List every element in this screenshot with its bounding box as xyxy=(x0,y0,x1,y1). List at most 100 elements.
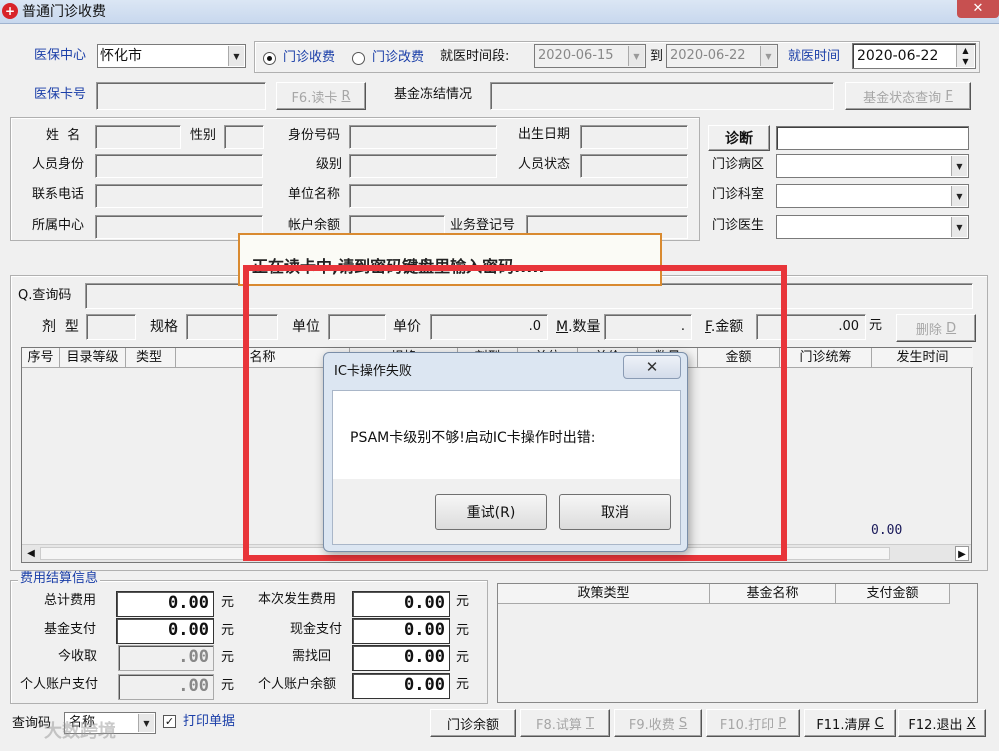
level-field xyxy=(349,154,497,178)
scroll-left-icon[interactable]: ◀ xyxy=(24,546,38,561)
id-label: 身份号码 xyxy=(288,128,341,143)
id-field xyxy=(349,125,497,149)
clear-button[interactable]: F11.清屏 C xyxy=(804,709,896,737)
date-to: 2020-06-22 xyxy=(670,48,746,63)
spec-label: 规格 xyxy=(150,319,178,335)
print-label[interactable]: 打印单据 xyxy=(183,714,235,730)
total-fee-label: 总计费用 xyxy=(44,593,97,608)
receivable-value: .00 xyxy=(118,645,214,671)
spin-icon[interactable]: ▲ ▼ xyxy=(956,45,974,67)
chevron-down-icon: ▼ xyxy=(138,714,154,732)
error-dialog: IC卡操作失败 ✕ PSAM卡级别不够!启动IC卡操作时出错: 重试(R) 取消 xyxy=(323,352,688,552)
yuan: 元 xyxy=(221,595,235,610)
level-label: 级别 xyxy=(316,157,343,172)
yuan: 元 xyxy=(221,623,235,638)
charge-button[interactable]: F9.收费 S xyxy=(614,709,702,737)
yuan: 元 xyxy=(456,623,470,638)
status-field xyxy=(580,154,688,178)
policy-table[interactable]: 政策类型 基金名称 支付金额 xyxy=(497,583,978,703)
print-checkbox[interactable]: ✓ xyxy=(163,715,176,728)
phone-field xyxy=(95,184,263,208)
yuan: 元 xyxy=(221,650,235,665)
gender-label: 性别 xyxy=(190,128,217,143)
unit-label: 单位名称 xyxy=(288,187,341,202)
col-header[interactable]: 目录等级 xyxy=(60,348,126,368)
col-header[interactable]: 序号 xyxy=(22,348,60,368)
yuan: 元 xyxy=(456,650,470,665)
fund-status-button[interactable]: 基金状态查询 F xyxy=(845,82,971,110)
radio-fee[interactable] xyxy=(263,52,276,65)
total-fee-value: 0.00 xyxy=(116,591,214,617)
dialog-close-button[interactable]: ✕ xyxy=(623,355,681,379)
yuan: 元 xyxy=(456,677,470,692)
dialog-body: PSAM卡级别不够!启动IC卡操作时出错: 重试(R) 取消 xyxy=(332,390,681,545)
date-from: 2020-06-15 xyxy=(538,48,614,63)
print-button[interactable]: F10.打印 P xyxy=(706,709,800,737)
identity-field xyxy=(95,154,263,178)
radio-change-label[interactable]: 门诊改费 xyxy=(372,50,424,66)
scroll-right-icon[interactable]: ▶ xyxy=(955,546,969,561)
read-card-button[interactable]: F6.读卡 R xyxy=(276,82,366,110)
visit-time-input[interactable]: 2020-06-22 ▲ ▼ xyxy=(852,43,976,69)
receivable-label: 今收取 xyxy=(58,649,98,664)
change-value: 0.00 xyxy=(352,645,450,671)
acct-pay-label: 个人账户支付 xyxy=(20,677,99,692)
center-select[interactable]: 怀化市 ▼ xyxy=(97,44,246,68)
doctor-label: 门诊医生 xyxy=(712,218,765,233)
current-fee-value: 0.00 xyxy=(352,591,450,617)
col-header[interactable]: 门诊统筹 xyxy=(780,348,872,368)
dialog-message: PSAM卡级别不够!启动IC卡操作时出错: xyxy=(350,430,596,446)
doctor-select[interactable]: ▼ xyxy=(776,215,969,239)
date-to-select[interactable]: 2020-06-22 ▼ xyxy=(666,44,778,68)
dialog-title: IC卡操作失败 xyxy=(334,364,412,379)
dept-label: 门诊科室 xyxy=(712,187,765,202)
col-header[interactable]: 发生时间 xyxy=(872,348,973,368)
diagnosis-button[interactable]: 诊断 xyxy=(708,125,770,151)
dept-select[interactable]: ▼ xyxy=(776,184,969,208)
title-bar: + 普通门诊收费 ✕ xyxy=(0,0,999,24)
identity-label: 人员身份 xyxy=(32,157,85,172)
query-label: Q.查询码 xyxy=(18,288,72,303)
close-window-icon[interactable]: ✕ xyxy=(957,0,999,18)
chevron-down-icon: ▼ xyxy=(951,186,967,206)
clinic-balance-button[interactable]: 门诊余额 xyxy=(430,709,516,737)
settlement-title: 费用结算信息 xyxy=(18,571,101,587)
policy-col-header[interactable]: 政策类型 xyxy=(498,584,710,604)
delete-button[interactable]: 删除 D xyxy=(896,314,976,342)
name-field xyxy=(95,125,181,149)
watermark: 大数跨境 xyxy=(44,721,116,742)
radio-change[interactable] xyxy=(352,52,365,65)
exit-button[interactable]: F12.退出 X xyxy=(898,709,986,737)
to-label: 到 xyxy=(650,49,664,64)
status-label: 人员状态 xyxy=(518,157,571,172)
amount-yuan: 元 xyxy=(869,318,883,333)
diagnosis-input[interactable] xyxy=(776,126,969,150)
fund-pay-label: 基金支付 xyxy=(44,622,97,637)
policy-col-header[interactable]: 支付金额 xyxy=(836,584,950,604)
area-select[interactable]: ▼ xyxy=(776,154,969,178)
fund-freeze-input xyxy=(490,82,834,110)
name-label: 姓 名 xyxy=(46,128,81,143)
amount-value: .00 xyxy=(838,319,859,334)
radio-fee-label[interactable]: 门诊收费 xyxy=(283,50,335,66)
chevron-down-icon: ▼ xyxy=(951,156,967,176)
date-from-select[interactable]: 2020-06-15 ▼ xyxy=(534,44,646,68)
chevron-down-icon: ▼ xyxy=(228,46,244,66)
card-input[interactable] xyxy=(96,82,266,110)
card-label: 医保卡号 xyxy=(34,87,87,102)
table-total: 0.00 xyxy=(871,523,903,538)
retry-button[interactable]: 重试(R) xyxy=(435,494,547,530)
center-label: 医保中心 xyxy=(34,48,87,63)
trial-calc-button[interactable]: F8.试算 T xyxy=(520,709,610,737)
acct-balance-label: 个人账户余额 xyxy=(258,677,337,692)
app-icon: + xyxy=(2,3,18,19)
chevron-down-icon: ▼ xyxy=(628,46,644,66)
policy-col-header[interactable]: 基金名称 xyxy=(710,584,836,604)
col-header[interactable]: 类型 xyxy=(126,348,176,368)
visit-time-value: 2020-06-22 xyxy=(857,48,939,64)
window-title: 普通门诊收费 xyxy=(22,4,106,20)
center-value: 怀化市 xyxy=(100,48,142,64)
cancel-button[interactable]: 取消 xyxy=(559,494,671,530)
chevron-down-icon: ▼ xyxy=(951,217,967,237)
fund-pay-value: 0.00 xyxy=(116,618,214,644)
